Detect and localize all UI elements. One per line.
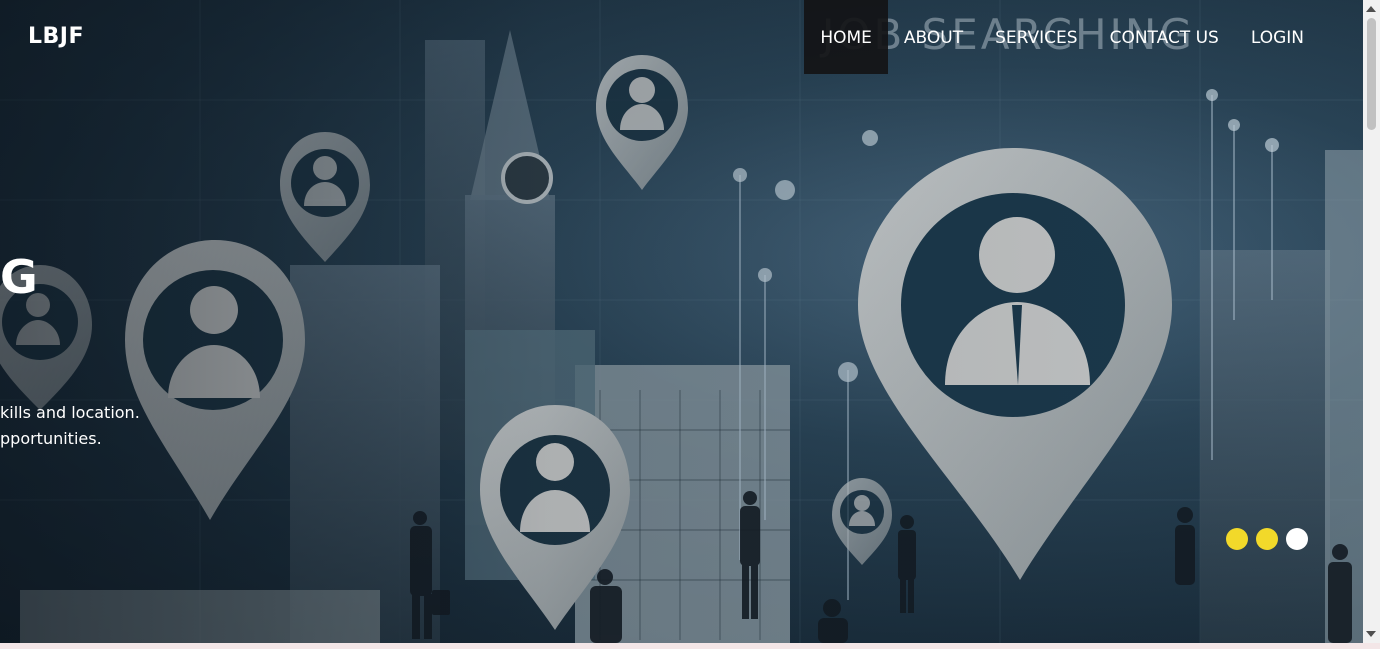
carousel-dot-1[interactable] — [1226, 528, 1248, 550]
hero-headline: G — [0, 250, 38, 304]
nav-contact-us[interactable]: CONTACT US — [1094, 0, 1235, 74]
site-logo[interactable]: LBJF — [28, 24, 84, 49]
hero-overlay — [0, 0, 1363, 643]
scroll-up-arrow-icon[interactable] — [1366, 6, 1376, 12]
nav-about[interactable]: ABOUT — [888, 0, 979, 74]
nav-home[interactable]: HOME — [804, 0, 888, 74]
main-nav: HOME ABOUT SERVICES CONTACT US LOGIN — [804, 0, 1320, 74]
carousel-indicators — [1226, 528, 1308, 550]
carousel-dot-2[interactable] — [1256, 528, 1278, 550]
hero-section: JOB SEARCHING LBJF HOME ABOUT SERVICES C… — [0, 0, 1363, 643]
vertical-scrollbar[interactable] — [1363, 0, 1380, 643]
nav-login[interactable]: LOGIN — [1235, 0, 1320, 74]
next-section-edge — [0, 643, 1380, 649]
nav-services[interactable]: SERVICES — [979, 0, 1093, 74]
scrollbar-thumb[interactable] — [1367, 18, 1376, 130]
carousel-dot-3[interactable] — [1286, 528, 1308, 550]
hero-subtext-line-1: kills and location. — [0, 403, 140, 422]
hero-subtext-line-2: pportunities. — [0, 429, 102, 448]
scroll-down-arrow-icon[interactable] — [1366, 631, 1376, 637]
